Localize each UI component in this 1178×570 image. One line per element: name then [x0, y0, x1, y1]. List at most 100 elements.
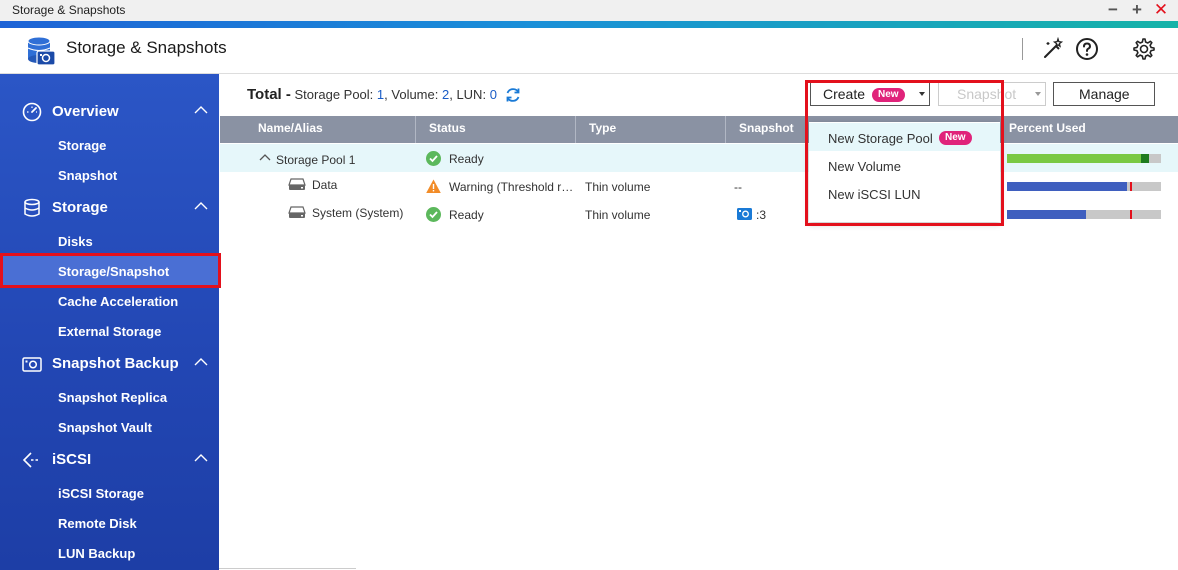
col-percent-used[interactable]: Percent Used — [1009, 121, 1086, 135]
database-icon — [24, 198, 40, 217]
row-snapshot[interactable]: :3 — [756, 208, 766, 222]
highlight-box-sidebar — [0, 253, 221, 288]
sidebar-item-remote-disk[interactable]: Remote Disk — [0, 508, 219, 538]
row-snapshot: -- — [734, 180, 742, 194]
caret-down-icon — [1035, 92, 1041, 96]
table-row-volume-system[interactable]: System (System) Ready Thin volume :3 — [220, 200, 1178, 228]
settings-icon[interactable] — [1132, 37, 1156, 61]
sidebar-item-overview-snapshot[interactable]: Snapshot — [0, 160, 219, 190]
manage-button-label: Manage — [1079, 86, 1130, 102]
speedometer-icon — [22, 102, 42, 122]
sidebar-section-storage[interactable]: Storage — [0, 193, 219, 223]
sidebar-item-label: Snapshot Vault — [58, 420, 152, 435]
refresh-icon[interactable] — [504, 86, 522, 104]
sidebar-section-label: iSCSI — [52, 451, 92, 468]
chevron-up-icon[interactable] — [193, 102, 209, 118]
sidebar-item-cache-acceleration[interactable]: Cache Acceleration — [0, 286, 219, 316]
percent-used-fill — [1007, 210, 1086, 219]
row-status-text: Ready — [449, 208, 484, 222]
sidebar-item-snapshot-vault[interactable]: Snapshot Vault — [0, 412, 219, 442]
accent-strip — [0, 21, 1178, 28]
row-status: Ready — [426, 207, 484, 222]
sidebar-item-lun-backup[interactable]: LUN Backup — [0, 538, 219, 568]
row-status-text: Warning (Threshold r… — [449, 180, 574, 194]
warning-icon — [426, 179, 441, 193]
storage-app-icon — [27, 36, 56, 66]
sidebar-item-iscsi-storage[interactable]: iSCSI Storage — [0, 478, 219, 508]
sidebar-section-snapshot-backup[interactable]: Snapshot Backup — [0, 349, 219, 379]
sidebar-item-overview-storage[interactable]: Storage — [0, 130, 219, 160]
sidebar-item-label: Snapshot Replica — [58, 390, 168, 405]
header-divider — [1022, 38, 1023, 60]
volume-drive-icon — [288, 178, 306, 190]
row-status: Warning (Threshold r… — [426, 179, 573, 194]
sidebar-item-label: External Storage — [58, 324, 162, 339]
sidebar-section-overview[interactable]: Overview — [0, 97, 219, 127]
ready-check-icon — [426, 151, 441, 166]
sidebar-section-label: Storage — [52, 199, 108, 216]
minimize-button[interactable]: − — [1103, 0, 1123, 21]
row-type: Thin volume — [585, 180, 651, 194]
row-name: Data — [312, 178, 338, 192]
chevron-up-icon[interactable] — [193, 354, 209, 370]
camera-icon — [22, 357, 42, 372]
column-divider — [415, 116, 416, 143]
sidebar-item-label: Disks — [58, 234, 93, 249]
sidebar: Overview Storage Snapshot Storage Disks … — [0, 74, 219, 570]
volume-drive-icon — [288, 206, 306, 218]
row-status: Ready — [426, 151, 484, 166]
footer-divider — [219, 568, 356, 569]
highlight-box-create-menu — [805, 80, 1004, 226]
sidebar-item-label: iSCSI Storage — [58, 486, 144, 501]
help-icon[interactable] — [1075, 37, 1099, 61]
percent-used-fill — [1007, 154, 1149, 163]
chevron-up-icon[interactable] — [193, 450, 209, 466]
percent-used-bar — [1007, 182, 1161, 191]
row-status-text: Ready — [449, 152, 484, 166]
sidebar-section-iscsi[interactable]: iSCSI — [0, 445, 219, 475]
chevron-up-icon[interactable] — [193, 198, 209, 214]
percent-used-bar — [1007, 210, 1161, 219]
col-snapshot[interactable]: Snapshot — [739, 121, 794, 135]
totals-lun-label: , LUN: — [449, 87, 487, 102]
col-status[interactable]: Status — [429, 121, 466, 135]
totals-lun-count: 0 — [489, 87, 497, 102]
percent-used-bar — [1007, 154, 1161, 163]
sidebar-item-label: LUN Backup — [58, 546, 136, 561]
table-row-storage-pool[interactable]: Storage Pool 1 Ready — [220, 144, 1178, 172]
table-header: Name/Alias Status Type Snapshot Percent … — [220, 116, 1178, 143]
col-name-alias[interactable]: Name/Alias — [258, 121, 323, 135]
percent-used-fill — [1007, 182, 1127, 191]
sidebar-item-label: Remote Disk — [58, 516, 137, 531]
magic-wand-icon[interactable] — [1041, 37, 1065, 61]
sidebar-item-label: Storage — [58, 138, 107, 153]
sidebar-item-external-storage[interactable]: External Storage — [0, 316, 219, 346]
totals-prefix: Total - — [247, 86, 291, 103]
totals-volume-label: , Volume: — [384, 87, 439, 102]
threshold-marker — [1130, 182, 1132, 191]
sidebar-section-label: Overview — [52, 103, 119, 120]
table-row-volume-data[interactable]: Data Warning (Threshold r… Thin volume -… — [220, 172, 1178, 200]
row-name: Storage Pool 1 — [276, 153, 356, 167]
row-name: System (System) — [312, 206, 404, 220]
sidebar-section-label: Snapshot Backup — [52, 355, 179, 372]
totals-pool-label: Storage Pool: — [294, 87, 374, 102]
ready-check-icon — [426, 207, 441, 222]
collapse-icon[interactable] — [259, 153, 271, 161]
col-type[interactable]: Type — [589, 121, 616, 135]
threshold-marker — [1130, 210, 1132, 219]
maximize-button[interactable]: + — [1127, 0, 1147, 21]
manage-button[interactable]: Manage — [1053, 82, 1155, 106]
app-title: Storage & Snapshots — [66, 38, 227, 57]
close-button[interactable]: ✕ — [1151, 0, 1171, 21]
window-title: Storage & Snapshots — [12, 3, 126, 17]
column-divider — [575, 116, 576, 143]
reserved-fill — [1141, 154, 1149, 163]
sidebar-item-snapshot-replica[interactable]: Snapshot Replica — [0, 382, 219, 412]
sidebar-item-disks[interactable]: Disks — [0, 226, 219, 256]
row-type: Thin volume — [585, 208, 651, 222]
snapshot-camera-icon[interactable] — [737, 208, 752, 220]
iscsi-icon — [22, 452, 40, 468]
app-header: Storage & Snapshots — [0, 28, 1178, 74]
window-titlebar: Storage & Snapshots − + ✕ — [0, 0, 1178, 21]
